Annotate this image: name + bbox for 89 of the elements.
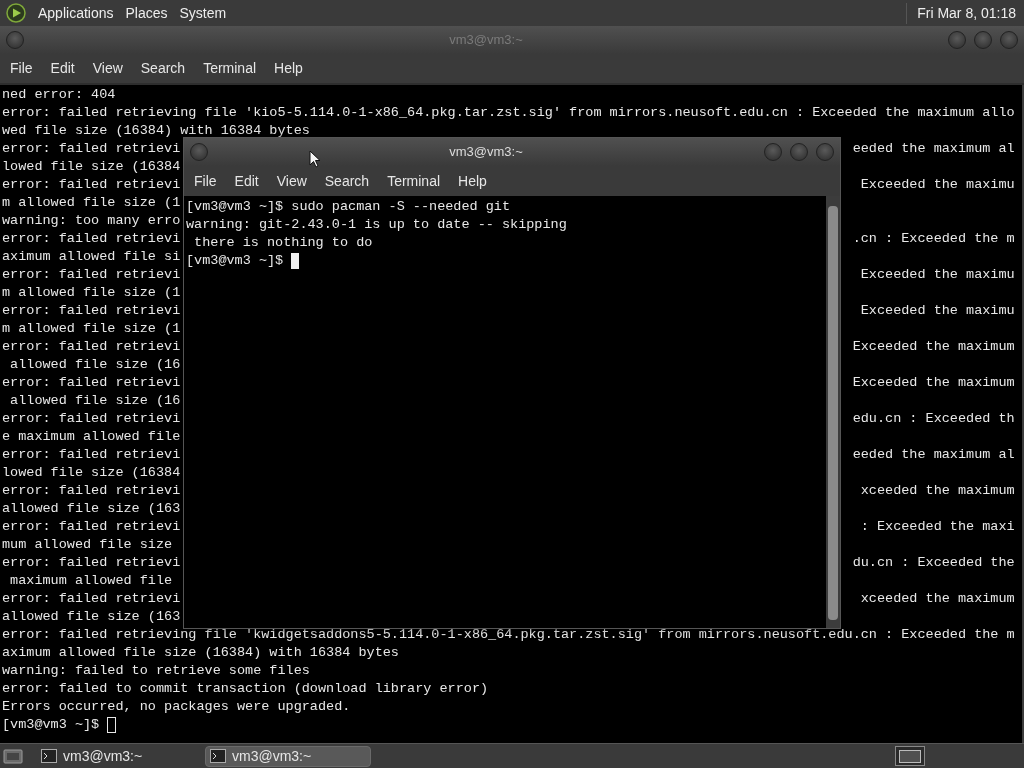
terminal-line: error: failed retrievi (2, 518, 181, 536)
terminal-line: lowed file size (16384 (2, 464, 181, 482)
terminal-line: error: failed retrievi (2, 230, 181, 248)
mouse-pointer-icon (309, 150, 321, 168)
terminal-line: error: failed retrievi (2, 446, 181, 464)
window-control-button[interactable] (1000, 31, 1018, 49)
terminal-line: there is nothing to do (193, 234, 374, 252)
window-control-button[interactable] (974, 31, 992, 49)
menu-item[interactable]: Terminal (381, 170, 447, 192)
terminal-line: e maximum allowed file (2, 428, 181, 446)
menu-item[interactable]: File (188, 170, 223, 192)
terminal-line: ned error: 404 (2, 86, 117, 104)
terminal-line: warning: git-2.43.0-1 is up to date -- skipping (186, 216, 568, 234)
terminal-line: error: failed retrieving file 'kio5-5.114.0-1-x86_64.pkg.tar.zst.sig' from mirrors.neusoft.edu.cn : Exceeded the maximum allo (2, 104, 1015, 122)
menu-item[interactable]: Search (134, 58, 192, 79)
menu-item[interactable]: Edit (228, 170, 265, 192)
window-control-button[interactable] (6, 31, 24, 49)
window-control-button[interactable] (190, 143, 208, 161)
terminal-line: error: failed retrievi (2, 302, 181, 320)
terminal-line: Exceeded the maximu (860, 176, 1015, 194)
terminal-line: allowed file size (163 (2, 608, 181, 626)
terminal-prompt: [vm3@vm3 ~]$ (186, 252, 284, 270)
terminal-line: edu.cn : Exceeded th (852, 410, 1015, 428)
terminal-line: m allowed file size (1 (2, 194, 181, 212)
text-cursor (107, 717, 117, 733)
terminal-line: maximum allowed file (9, 572, 173, 590)
panel-menu[interactable]: Applications (32, 2, 120, 24)
terminal-icon (210, 749, 226, 763)
window-control-button[interactable] (948, 31, 966, 49)
terminal-line: error: failed retrievi (2, 176, 181, 194)
terminal-line: error: failed retrievi (2, 374, 181, 392)
window-control-button[interactable] (764, 143, 782, 161)
terminal-line: allowed file size (16 (9, 392, 181, 410)
terminal-line: allowed file size (16 (9, 356, 181, 374)
terminal-line: Exceeded the maximu (860, 302, 1015, 320)
terminal-line: aximum allowed file size (16384) with 16384 bytes (2, 644, 400, 662)
terminal-line: [vm3@vm3 ~]$ sudo pacman -S --needed git (186, 198, 512, 216)
terminal-line: error: failed retrievi (2, 338, 181, 356)
terminal-line: lowed file size (16384 (2, 158, 181, 176)
terminal-line: error: failed retrievi (2, 266, 181, 284)
terminal-icon (41, 749, 57, 763)
menu-item[interactable]: Help (268, 58, 309, 79)
workspace-switcher[interactable] (895, 746, 925, 766)
terminal-output[interactable]: [vm3@vm3 ~]$ sudo pacman -S --needed git warning: git-2.43.0-1 is up to date -- skipping there is nothing to do [vm3@vm3 ~]$ (184, 196, 826, 628)
terminal-line: error: failed to commit transaction (download library error) (2, 680, 490, 698)
terminal-line: mum allowed file size (2, 536, 173, 554)
text-cursor (291, 253, 300, 269)
menu-item[interactable]: View (86, 58, 129, 79)
window-control-button[interactable] (816, 143, 834, 161)
terminal-line: error: failed retrievi (2, 554, 181, 572)
terminal-line: Exceeded the maximum (852, 374, 1015, 392)
terminal-line: xceeded the maximum (860, 482, 1015, 500)
terminal-line: eeded the maximum al (852, 140, 1015, 158)
terminal-line: m allowed file size (1 (2, 320, 181, 338)
terminal-line: error: failed retrievi (2, 482, 181, 500)
logo-icon[interactable] (6, 3, 26, 23)
taskbar-button[interactable]: vm3@vm3:~ (205, 745, 371, 767)
menu-item[interactable]: Help (452, 170, 493, 192)
menu-item[interactable]: Search (318, 170, 376, 192)
panel-menu[interactable]: System (173, 2, 233, 24)
menu-item[interactable]: Edit (44, 58, 81, 79)
terminal-line: du.cn : Exceeded the (852, 554, 1015, 572)
show-desktop-icon[interactable] (3, 747, 23, 765)
terminal-line: error: failed retrievi (2, 140, 181, 158)
window-title: vm3@vm3:~ (449, 143, 523, 162)
terminal-line: Errors occurred, no packages were upgraded. (2, 698, 352, 716)
terminal-line: error: failed retrievi (2, 410, 181, 428)
menu-item[interactable]: File (4, 58, 39, 79)
menu-item[interactable]: View (270, 170, 313, 192)
terminal-line: m allowed file size (1 (2, 284, 181, 302)
terminal-line: Exceeded the maximum (852, 338, 1015, 356)
terminal-line: .cn : Exceeded the m (852, 230, 1015, 248)
menu-item[interactable]: Terminal (197, 58, 263, 79)
window-title: vm3@vm3:~ (449, 31, 523, 50)
panel-menu[interactable]: Places (119, 2, 174, 24)
terminal-line: warning: too many erro (2, 212, 181, 230)
terminal-line: Exceeded the maximu (860, 266, 1015, 284)
terminal-line: eeded the maximum al (852, 446, 1015, 464)
terminal-line: wed file size (16384) with 16384 bytes (2, 122, 311, 140)
terminal-line: error: failed retrievi (2, 590, 181, 608)
clock[interactable]: Fri Mar 8, 01:18 (906, 2, 1018, 24)
terminal-line: error: failed retrieving file 'kwidgetsaddons5-5.114.0-1-x86_64.pkg.tar.zst.sig' from mirrors.neusoft.edu.cn : Exceeded the m (2, 626, 1015, 644)
terminal-line: allowed file size (163 (2, 500, 181, 518)
terminal-line: aximum allowed file si (2, 248, 181, 266)
terminal-line: : Exceeded the maxi (860, 518, 1015, 536)
terminal-line: warning: failed to retrieve some files (2, 662, 311, 680)
terminal-prompt: [vm3@vm3 ~]$ (2, 716, 100, 734)
window-control-button[interactable] (790, 143, 808, 161)
terminal-line: xceeded the maximum (860, 590, 1015, 608)
